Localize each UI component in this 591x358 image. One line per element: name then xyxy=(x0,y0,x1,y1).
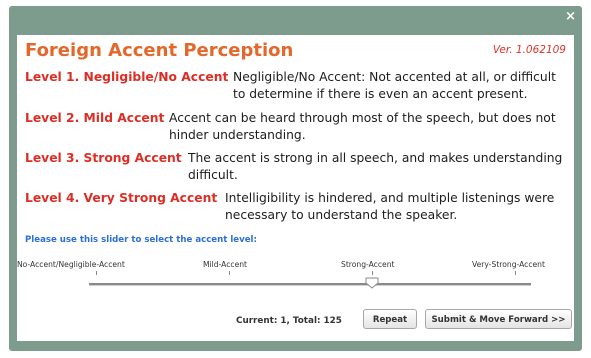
level-3-description: The accent is strong in all speech, and … xyxy=(188,151,563,182)
slider-tick-no-accent xyxy=(96,271,97,275)
slider-tick-strong-accent xyxy=(372,271,373,275)
level-4-description: Intelligibility is hindered, and multipl… xyxy=(225,191,555,222)
slider-label-strong-accent: Strong-Accent xyxy=(341,260,395,269)
dialog-title: Foreign Accent Perception xyxy=(25,40,294,61)
submit-move-forward-button[interactable]: Submit & Move Forward >> xyxy=(425,309,572,329)
level-1-description: Negligible/No Accent: Not accented at al… xyxy=(233,70,556,101)
dialog-frame: × Foreign Accent Perception Ver. 1.06210… xyxy=(9,6,582,351)
slider-label-no-accent: No-Accent/Negligible-Accent xyxy=(17,260,125,269)
version-label: Ver. 1.062109 xyxy=(492,44,566,56)
dialog-panel: Foreign Accent Perception Ver. 1.062109 … xyxy=(17,35,574,341)
level-2-name: Level 2. Mild Accent xyxy=(25,111,165,125)
accent-slider-thumb[interactable] xyxy=(365,277,379,289)
repeat-button[interactable]: Repeat xyxy=(363,309,417,329)
level-3-name: Level 3. Strong Accent xyxy=(25,151,182,165)
slider-tick-mild-accent xyxy=(229,271,230,275)
slider-tick-very-strong-accent xyxy=(515,271,516,275)
level-1-name: Level 1. Negligible/No Accent xyxy=(25,70,229,84)
progress-status: Current: 1, Total: 125 xyxy=(236,316,342,326)
level-4-name: Level 4. Very Strong Accent xyxy=(25,191,218,205)
slider-prompt: Please use this slider to select the acc… xyxy=(25,235,257,245)
slider-label-mild-accent: Mild-Accent xyxy=(203,260,248,269)
accent-slider-track[interactable] xyxy=(89,283,531,286)
slider-label-very-strong-accent: Very-Strong-Accent xyxy=(472,260,545,269)
close-icon[interactable]: × xyxy=(565,9,576,24)
level-2-description: Accent can be heard through most of the … xyxy=(169,111,556,142)
